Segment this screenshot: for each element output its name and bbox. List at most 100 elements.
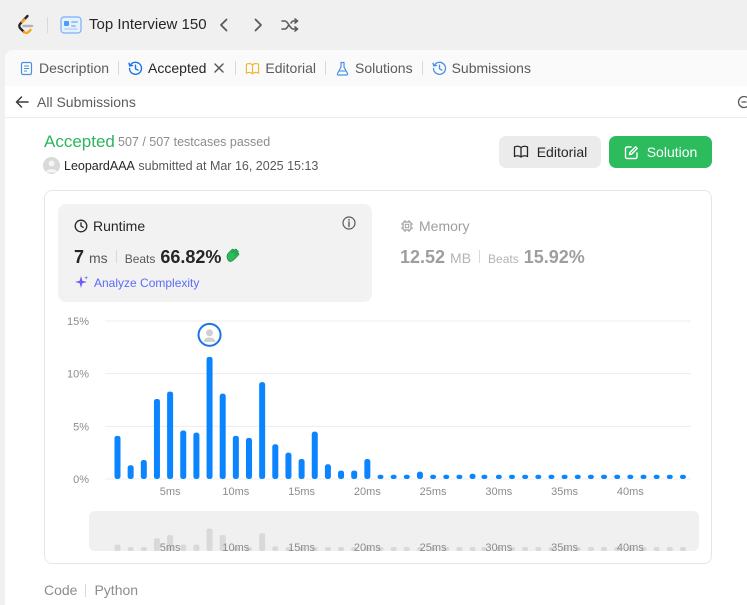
all-submissions-link[interactable]: All Submissions [15,90,136,114]
chart-bar [469,473,476,479]
editorial-button[interactable]: Editorial [499,136,601,168]
overview-tick-label: 25ms [420,542,447,554]
tab-solutions[interactable]: Solutions [331,50,417,86]
overview-bar [259,533,266,551]
tab-divider [325,61,326,75]
username[interactable]: LeopardAAA [64,159,135,173]
tab-label: Description [39,60,110,76]
avatar[interactable] [43,157,60,174]
book-icon [245,61,260,76]
tab-label: Submissions [451,60,531,76]
random-problem-button[interactable] [280,15,300,35]
chart-bar [377,474,384,479]
x-tick-label: 40ms [617,486,644,498]
tab-bar: Description Accepted Editorial Solutions… [5,50,747,86]
x-tick-label: 20ms [354,486,381,498]
solution-button[interactable]: Solution [609,136,712,168]
code-header: Code Python [44,582,138,598]
x-tick-label: 10ms [222,486,249,498]
study-plan-title[interactable]: Top Interview 150 [89,16,207,33]
chart-bar [640,474,647,479]
x-tick-label: 15ms [288,486,315,498]
chart-bar [298,458,305,479]
chevron-left-icon [220,18,228,32]
performance-card: Runtime 7 ms Beats 66.82% Analyze Comple… [44,190,712,564]
chart-bar [495,474,502,479]
tab-editorial[interactable]: Editorial [241,50,320,86]
overview-bar [535,547,542,551]
overview-bar [140,547,147,551]
chart-bar [430,474,437,479]
chart-bar [390,474,397,479]
chart-bar [535,474,542,479]
chart-bar [272,444,279,479]
tab-submissions[interactable]: Submissions [428,50,535,86]
overview-tick-label: 20ms [354,542,381,554]
overview-bar [180,544,187,551]
chart-bar [246,437,252,479]
chart-bar [481,474,488,479]
chart-bar [666,474,673,479]
overview-bar [587,547,594,551]
app-root: Top Interview 150 Description Accepted E… [0,0,747,605]
chart-bar [114,435,121,479]
study-plan-icon [60,16,82,34]
chart-bar [601,474,608,479]
submitted-at: submitted at Mar 16, 2025 15:13 [138,159,319,173]
chart-bar [193,432,200,479]
tab-accepted[interactable]: Accepted [124,50,230,86]
overview-tick-label: 40ms [617,542,644,554]
tab-description[interactable]: Description [15,50,113,86]
testcases-passed: 507 / 507 testcases passed [118,135,271,149]
overview-bar [601,547,608,551]
chevron-right-icon [254,18,262,32]
overview-bar [272,546,279,551]
overview-bar [127,547,134,551]
y-tick-label: 10% [67,369,89,381]
top-bar: Top Interview 150 [0,0,747,50]
submission-status: Accepted [44,132,115,151]
overview-bar [456,547,463,551]
chart-bar [443,474,450,479]
chart-bar [574,474,581,479]
chart-bar [614,474,621,479]
history-icon [128,61,143,76]
user-icon [45,160,58,173]
arrow-left-icon [15,96,29,108]
x-tick-label: 25ms [420,486,447,498]
chart-bar [206,356,213,479]
link-icon[interactable] [737,95,747,109]
overview-tick-label: 35ms [551,542,578,554]
runtime-distribution-chart[interactable]: 15% 10% 5% 0% 5ms 10ms 15ms 20ms 25ms 30ms 35ms 40m… [45,191,713,565]
chart-bar [311,431,318,479]
chart-bar [456,474,463,479]
overview-bar [679,547,686,551]
chart-bar [548,474,555,479]
x-tick-label: 5ms [160,486,181,498]
chart-bar [324,464,331,479]
next-problem-button[interactable] [248,15,268,35]
chart-bar [338,470,345,479]
chart-bar [561,474,568,479]
close-icon[interactable] [212,61,226,75]
overview-bar [522,547,529,551]
submission-panel: Description Accepted Editorial Solutions… [5,50,747,605]
edit-icon [624,145,638,159]
chart-bar [587,474,594,479]
chart-bar [403,474,410,479]
y-tick-label: 0% [73,474,89,486]
overview-tick-label: 30ms [485,542,512,554]
x-tick-label: 30ms [485,486,512,498]
overview-tick-label: 10ms [222,542,249,554]
prev-problem-button[interactable] [214,15,234,35]
leetcode-logo[interactable] [14,13,38,37]
history-icon [431,61,447,76]
language-label[interactable]: Python [94,582,138,598]
divider [85,583,87,597]
tab-divider [421,61,423,75]
overview-bar [114,544,121,551]
user-icon-head [206,329,214,337]
chart-bar [509,474,515,479]
chart-bar [153,398,160,479]
tab-divider [118,61,120,75]
